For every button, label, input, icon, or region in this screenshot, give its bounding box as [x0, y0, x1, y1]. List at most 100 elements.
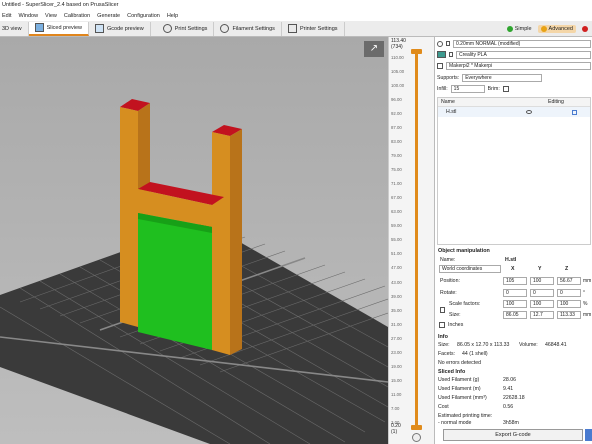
- menu-bar: Edit Window View Calibration Generate Co…: [0, 11, 592, 21]
- infill-select[interactable]: 15: [450, 84, 485, 93]
- axis-z-label: Z: [565, 266, 569, 272]
- mode-advanced-button[interactable]: Advanced: [537, 25, 576, 33]
- inches-label: Inches: [448, 322, 464, 328]
- info-facets-label: Facets:: [438, 351, 456, 357]
- slider-tick-label: 47.00: [391, 265, 402, 271]
- right-pillar-side: [230, 129, 242, 355]
- slider-tick-label: 105.00: [391, 69, 405, 75]
- slider-bottom-handle[interactable]: [411, 425, 422, 430]
- position-z-input[interactable]: 56.67: [557, 277, 581, 285]
- sliced-row-label: Used Filament (mm³): [438, 395, 487, 401]
- size-x-input[interactable]: 86.05: [503, 311, 527, 319]
- info-volume-value: 46848.41: [545, 342, 567, 348]
- scale-x-input[interactable]: 100: [503, 300, 527, 308]
- name-label: Name:: [440, 257, 456, 263]
- left-pillar-front: [120, 107, 138, 327]
- current-layer-region: [138, 213, 212, 350]
- mode-switcher: Simple Advanced: [504, 22, 592, 36]
- sliced-row-value: 0.56: [503, 404, 514, 410]
- info-size-value: 86.05 x 12.70 x 113.33: [457, 342, 510, 348]
- layer-slider[interactable]: 113.40 (734) 110.00 105.00 100.00 96.00 92.0…: [388, 37, 434, 444]
- tab-filament-settings[interactable]: Filament Settings: [214, 21, 282, 36]
- slider-tick-label: 83.00: [391, 139, 402, 145]
- rotate-y-input[interactable]: 0: [530, 289, 554, 297]
- scale-label: Scale factors:: [449, 301, 481, 307]
- mode-simple-button[interactable]: Simple: [504, 25, 535, 33]
- position-x-input[interactable]: 105: [503, 277, 527, 285]
- tab-sliced-preview-label: Sliced preview: [46, 24, 83, 31]
- export-gcode-button[interactable]: Export G-code: [443, 429, 583, 441]
- advanced-mode-icon: [540, 26, 547, 32]
- mode-expert-button[interactable]: [579, 25, 591, 33]
- printer-icon: [287, 24, 297, 33]
- tab-printer-settings[interactable]: Printer Settings: [282, 21, 345, 36]
- tab-3d-view[interactable]: 3D view: [0, 21, 29, 36]
- menu-view[interactable]: View: [45, 11, 57, 21]
- rotate-z-input[interactable]: 0: [557, 289, 581, 297]
- tab-filament-settings-label: Filament Settings: [232, 25, 275, 32]
- slider-tick-label: 63.00: [391, 209, 402, 215]
- printer-preset-select[interactable]: Makerpi2 * Makerpi: [446, 61, 591, 70]
- edit-icon[interactable]: [572, 109, 577, 115]
- tab-sliced-preview[interactable]: Sliced preview: [28, 21, 90, 36]
- tab-print-settings-label: Print Settings: [174, 25, 208, 32]
- scale-unit: %: [583, 301, 588, 307]
- object-name: H.stl: [446, 109, 457, 115]
- info-title: Info: [438, 334, 448, 340]
- object-name-value: H.stl: [505, 257, 517, 263]
- 3d-viewport[interactable]: ↗: [0, 37, 388, 444]
- slider-tick-label: 35.00: [391, 307, 402, 313]
- size-z-input[interactable]: 113.33: [557, 311, 581, 319]
- menu-configuration[interactable]: Configuration: [127, 11, 160, 21]
- size-y-input[interactable]: 12.7: [530, 311, 554, 319]
- supports-label: Supports:: [437, 74, 460, 81]
- coordinates-select[interactable]: World coordinates: [439, 265, 501, 273]
- position-y-input[interactable]: 100: [530, 277, 554, 285]
- menu-generate[interactable]: Generate: [97, 11, 120, 21]
- sliced-row-label: - normal mode: [438, 420, 472, 426]
- window-title: Untitled - SuperSlicer_2.4 based on Prus…: [0, 0, 592, 11]
- collapse-sidebar-button[interactable]: ↗: [364, 41, 384, 57]
- sliced-row-label: Used Filament (g): [438, 377, 480, 383]
- right-pillar-front: [212, 132, 230, 355]
- tab-gcode-preview[interactable]: Gcode preview: [89, 21, 151, 36]
- slider-tick-label: 67.00: [391, 195, 402, 201]
- object-list: Name Editing H.stl: [437, 97, 591, 245]
- menu-edit[interactable]: Edit: [2, 11, 11, 21]
- filament-color-swatch[interactable]: [437, 51, 446, 58]
- slider-tick-label: 39.00: [391, 293, 402, 299]
- inches-checkbox[interactable]: [439, 322, 445, 328]
- position-label: Position:: [440, 278, 460, 284]
- lock-icon[interactable]: [440, 307, 445, 313]
- bed-and-model: [0, 99, 388, 444]
- column-editing: Editing: [548, 99, 564, 105]
- menu-help[interactable]: Help: [167, 11, 178, 21]
- rotate-x-input[interactable]: 0: [503, 289, 527, 297]
- scale-y-input[interactable]: 100: [530, 300, 554, 308]
- cog-icon[interactable]: [412, 433, 421, 442]
- scale-z-input[interactable]: 100: [557, 300, 581, 308]
- eye-icon[interactable]: [526, 110, 532, 114]
- slider-tick-label: 43.00: [391, 279, 402, 285]
- brim-checkbox[interactable]: [502, 85, 509, 92]
- tab-print-settings[interactable]: Print Settings: [157, 21, 215, 36]
- print-preset-select[interactable]: 0.20mm NORMAL (modified): [453, 39, 591, 48]
- filament-preset-select[interactable]: Creality PLA: [456, 50, 591, 59]
- send-to-printer-button[interactable]: [585, 429, 592, 441]
- menu-window[interactable]: Window: [18, 11, 38, 21]
- slider-top-handle[interactable]: [411, 49, 422, 54]
- slider-tick-label: 19.00: [391, 363, 402, 369]
- slider-tick-label: 7.00: [391, 405, 400, 411]
- slider-tick-label: 71.00: [391, 181, 402, 187]
- slider-tick-label: 96.00: [391, 97, 402, 103]
- slider-tick-label: 59.00: [391, 223, 402, 229]
- supports-select[interactable]: Everywhere: [462, 73, 543, 82]
- object-row[interactable]: H.stl: [438, 107, 590, 117]
- menu-calibration[interactable]: Calibration: [64, 11, 90, 21]
- sliced-row-value: 3h58m: [503, 420, 519, 426]
- gear-icon: [437, 40, 443, 47]
- sliced-row-label: Cost: [438, 404, 449, 410]
- print-preset-row: 0.20mm NORMAL (modified): [437, 39, 591, 48]
- filament-preset-row: Creality PLA: [437, 50, 591, 59]
- slider-tick-label: 15.00: [391, 377, 402, 383]
